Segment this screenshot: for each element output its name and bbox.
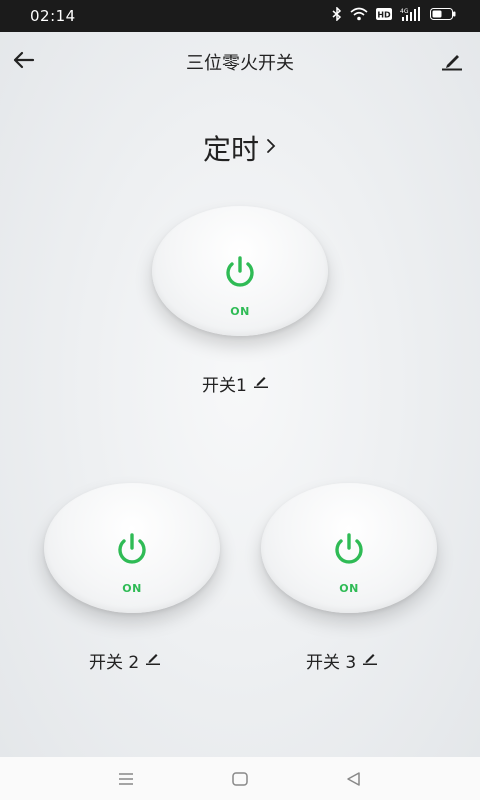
switch-3-name: 开关 3 bbox=[306, 653, 357, 673]
wifi-icon bbox=[350, 7, 368, 21]
switch-1-name: 开关1 bbox=[202, 376, 247, 396]
system-nav-bar bbox=[0, 757, 480, 800]
switch-2-state: ON bbox=[122, 582, 142, 595]
switch-2-button[interactable]: ON bbox=[44, 483, 220, 613]
switch-2-name: 开关 2 bbox=[89, 653, 140, 673]
switch-3-button[interactable]: ON bbox=[261, 483, 437, 613]
svg-text:4G: 4G bbox=[400, 8, 409, 15]
edit-device-button[interactable] bbox=[438, 46, 466, 74]
pencil-icon bbox=[362, 650, 378, 671]
recent-apps-button[interactable] bbox=[116, 769, 136, 789]
battery-icon bbox=[430, 8, 456, 20]
timer-label: 定时 bbox=[202, 133, 259, 166]
hd-icon: HD bbox=[376, 8, 392, 20]
power-icon bbox=[118, 533, 146, 564]
switch-1-button[interactable]: ON bbox=[152, 206, 328, 336]
power-icon bbox=[335, 533, 363, 564]
home-button[interactable] bbox=[230, 769, 250, 789]
status-bar: 02:14 HD 4G bbox=[0, 0, 480, 32]
switch-3-name-row[interactable]: 开关 3 bbox=[306, 648, 378, 673]
power-icon bbox=[226, 256, 254, 287]
home-icon bbox=[232, 772, 248, 786]
menu-icon bbox=[119, 773, 133, 785]
page-title: 三位零火开关 bbox=[186, 53, 294, 74]
pencil-icon bbox=[442, 55, 462, 71]
timer-link[interactable]: 定时 bbox=[0, 128, 480, 168]
pencil-icon bbox=[253, 373, 269, 394]
switch-1-name-row[interactable]: 开关1 bbox=[202, 371, 269, 396]
switch-2-name-row[interactable]: 开关 2 bbox=[89, 648, 161, 673]
bluetooth-icon bbox=[332, 7, 342, 21]
switch-3-state: ON bbox=[339, 582, 359, 595]
pencil-icon bbox=[145, 650, 161, 671]
status-time: 02:14 bbox=[30, 7, 76, 25]
svg-text:HD: HD bbox=[377, 11, 391, 20]
chevron-right-icon bbox=[265, 129, 277, 162]
back-triangle-icon bbox=[347, 772, 360, 786]
back-nav-button[interactable] bbox=[344, 769, 364, 789]
switch-1-state: ON bbox=[230, 305, 250, 318]
app-bar: 三位零火开关 bbox=[0, 32, 480, 88]
4g-signal-icon: 4G bbox=[400, 7, 422, 21]
status-icons: HD 4G bbox=[332, 7, 456, 21]
